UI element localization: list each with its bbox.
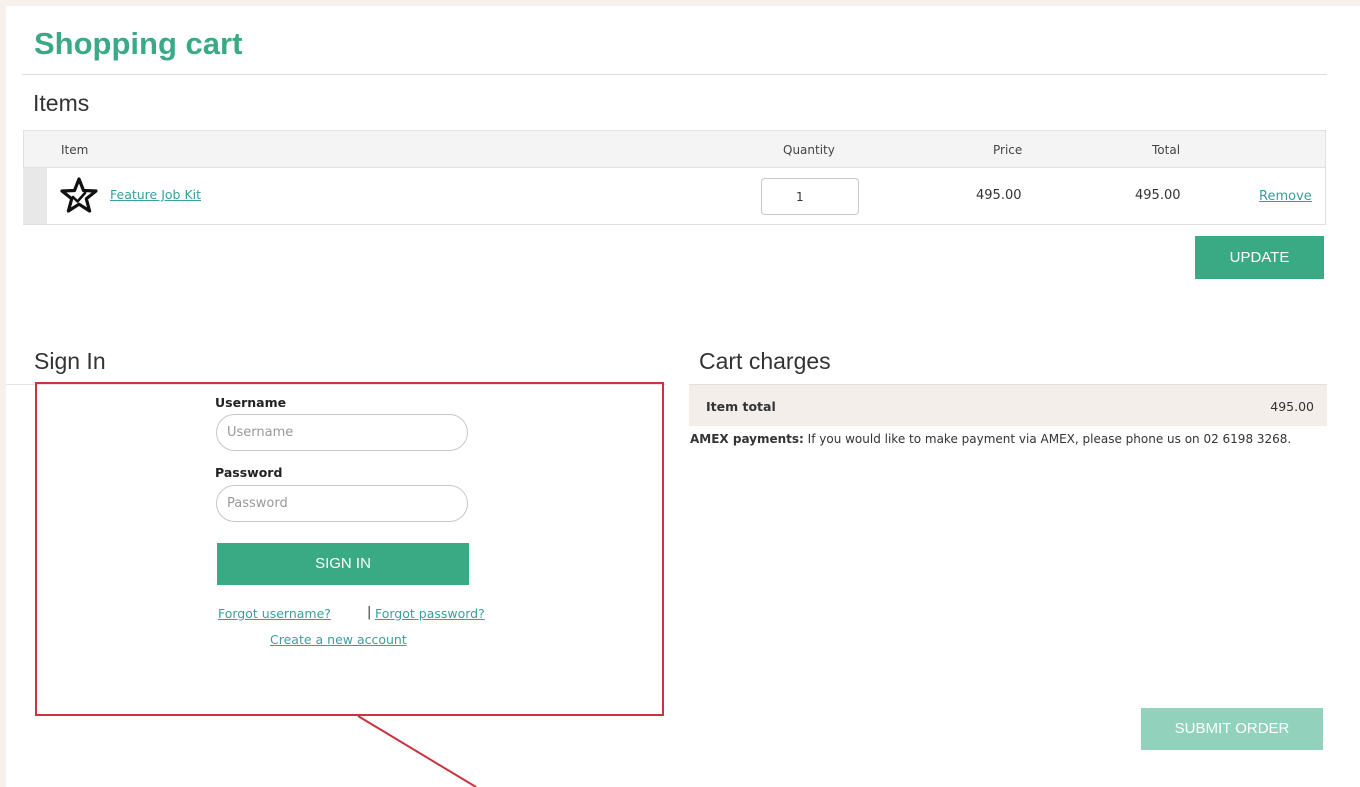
page-title: Shopping cart [34, 26, 243, 61]
column-header-quantity: Quantity [783, 143, 835, 157]
item-price: 495.00 [976, 188, 1022, 203]
row-marker [23, 168, 47, 224]
table-row: Feature Job Kit 495.00 495.00 Remove [23, 168, 1326, 225]
column-header-price: Price [993, 143, 1023, 157]
submit-order-button[interactable]: SUBMIT ORDER [1141, 708, 1323, 750]
items-heading: Items [33, 90, 90, 116]
item-total: 495.00 [1135, 188, 1181, 203]
column-header-item: Item [61, 143, 89, 157]
item-total-row: Item total 495.00 [689, 384, 1327, 426]
annotation-highlight-box [35, 382, 664, 716]
cart-charges-heading: Cart charges [699, 348, 831, 374]
amex-notice: AMEX payments: If you would like to make… [690, 432, 1291, 446]
star-icon [60, 177, 98, 213]
item-total-label: Item total [706, 399, 776, 414]
sign-in-heading: Sign In [34, 348, 106, 374]
item-total-value: 495.00 [1270, 399, 1314, 414]
page: Shopping cart Items Item Quantity Price … [6, 6, 1360, 787]
cart-table: Item Quantity Price Total Feature Job Ki… [23, 130, 1326, 225]
title-divider [22, 74, 1327, 75]
remove-item-link[interactable]: Remove [1259, 189, 1312, 204]
column-header-total: Total [1152, 143, 1181, 157]
table-header: Item Quantity Price Total [23, 130, 1326, 168]
amex-text: If you would like to make payment via AM… [803, 432, 1292, 446]
amex-label: AMEX payments: [690, 432, 804, 446]
quantity-input[interactable] [761, 178, 859, 215]
update-button[interactable]: UPDATE [1195, 236, 1324, 279]
item-name-link[interactable]: Feature Job Kit [110, 187, 201, 202]
